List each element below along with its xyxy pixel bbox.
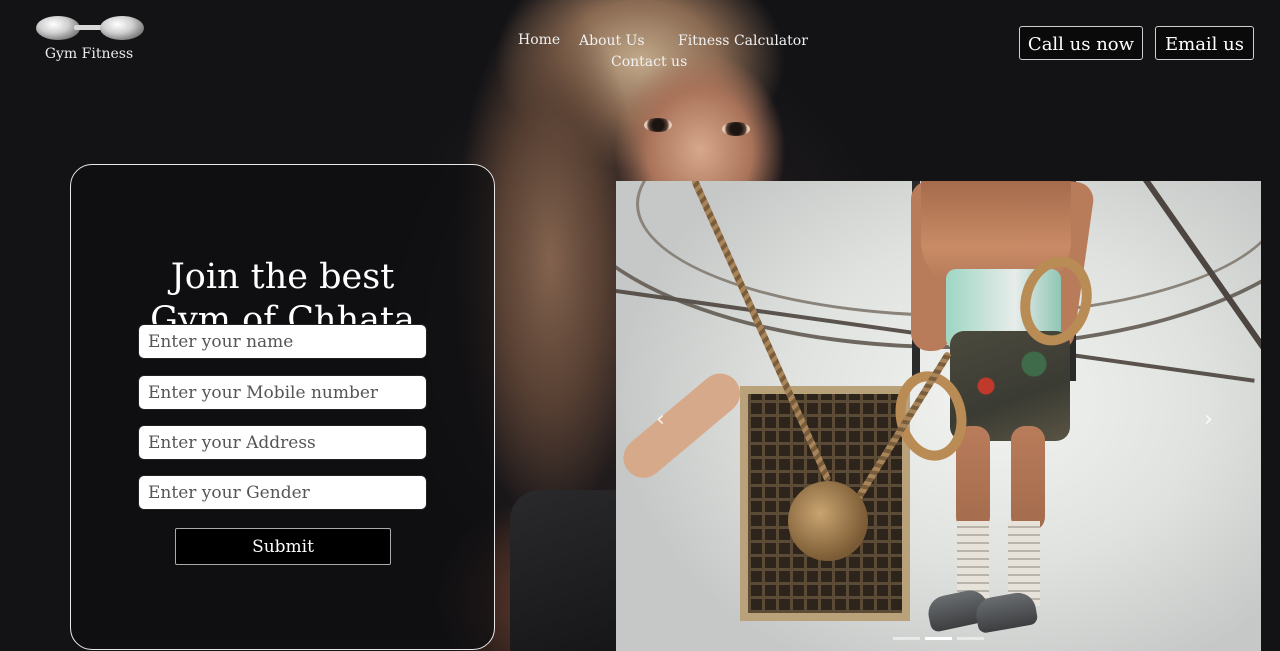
mobile-number-input[interactable]	[138, 375, 427, 410]
form-title-line-1: Join the best	[170, 257, 395, 298]
dumbbell-logo-icon	[30, 12, 150, 46]
chevron-left-icon[interactable]: ‹	[656, 407, 665, 432]
carousel-indicator[interactable]	[957, 637, 984, 640]
chevron-right-icon[interactable]: ›	[1204, 407, 1213, 432]
call-us-button[interactable]: Call us now	[1019, 26, 1143, 60]
image-carousel[interactable]: ‹ ›	[616, 181, 1261, 651]
nav-link-contact-us[interactable]: Contact us	[611, 54, 687, 70]
join-form-card: Join the best Gym of Chhata Submit	[70, 164, 495, 650]
brand-logo[interactable]: Gym Fitness	[30, 12, 150, 62]
address-input[interactable]	[138, 425, 427, 460]
brand-name: Gym Fitness	[44, 46, 134, 62]
gender-input[interactable]	[138, 475, 427, 510]
carousel-indicator-active[interactable]	[925, 637, 952, 640]
carousel-indicators	[893, 637, 984, 640]
carousel-indicator[interactable]	[893, 637, 920, 640]
submit-button[interactable]: Submit	[175, 528, 391, 565]
nav-link-home[interactable]: Home	[518, 32, 560, 48]
email-us-button[interactable]: Email us	[1155, 26, 1254, 60]
name-input[interactable]	[138, 324, 427, 359]
nav-link-about-us[interactable]: About Us	[579, 33, 645, 49]
nav-link-fitness-calculator[interactable]: Fitness Calculator	[678, 33, 808, 49]
